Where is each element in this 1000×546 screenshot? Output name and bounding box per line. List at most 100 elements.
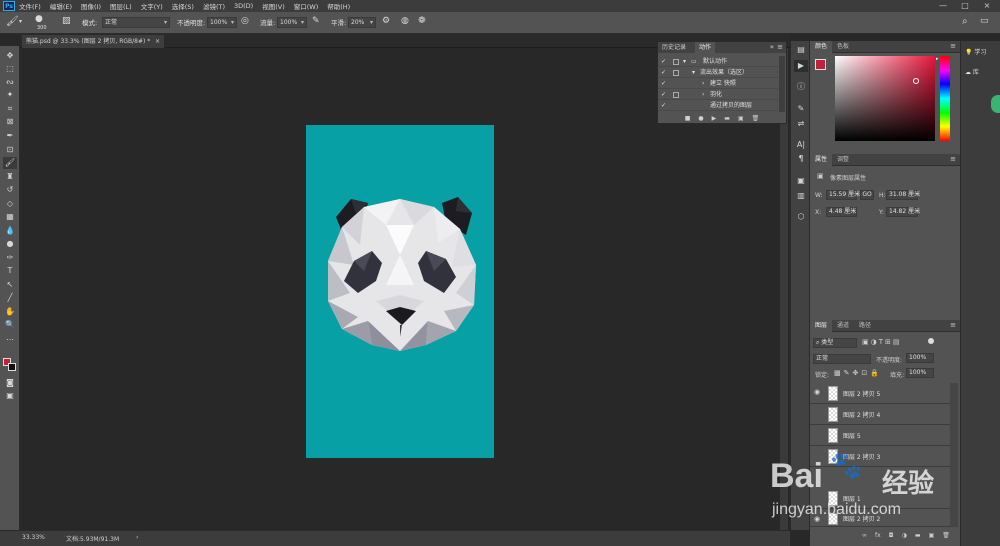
new-action-icon[interactable]: ▣ [738,113,744,124]
menu-3d[interactable]: 3D(D) [234,2,253,10]
smoothing-input[interactable]: 20% [348,17,376,28]
pen-tool-icon[interactable]: ✑ [3,252,17,264]
action-row[interactable]: ✓ ▾ ▭ 默认动作 [658,57,778,67]
hand-tool-icon[interactable]: ✋ [3,306,17,318]
zoom-level[interactable]: 33.33% [22,534,45,541]
panel-menu-icon[interactable]: ≡ [950,321,956,329]
hue-slider[interactable] [940,56,950,141]
layer-row[interactable]: 图层 2 拷贝 4 [810,404,950,425]
link-dimensions-button[interactable]: GO [860,190,874,200]
brush-tool-icon[interactable]: 🖌 [6,16,19,27]
foreground-color-swatch[interactable] [815,59,826,70]
workspace-icon[interactable]: ▭ [980,16,989,26]
tab-layers[interactable]: 图层 [810,320,833,332]
chevron-down-icon[interactable]: ▾ [692,68,695,78]
panel-menu-icon[interactable]: ≡ [950,155,956,163]
tab-actions[interactable]: 动作 [695,42,716,53]
menu-select[interactable]: 选择(S) [172,1,194,11]
menu-view[interactable]: 视图(V) [262,1,285,11]
panel-menu-icon[interactable]: ≡ [950,42,956,50]
status-menu-arrow[interactable]: › [136,534,138,541]
gradient-tool-icon[interactable]: ▦ [3,211,17,223]
character-icon[interactable]: A| [794,139,808,151]
menu-file[interactable]: 文件(F) [19,1,41,11]
collapse-icon[interactable]: » [770,43,774,51]
marquee-tool-icon[interactable]: ⬚ [3,63,17,75]
tab-adjustments[interactable]: 调整 [832,154,854,166]
check-icon[interactable]: ✓ [661,90,666,100]
x-input[interactable]: 4.48 厘米 [826,207,857,217]
lasso-tool-icon[interactable]: ᔓ [3,76,17,88]
layer-opacity-input[interactable]: 100% [906,353,934,363]
adjust-icon[interactable]: ⇌ [794,118,808,130]
action-row[interactable]: ✓ ▾ 流出效果（选区） [658,68,778,78]
gear-icon[interactable]: ⚙ [382,16,390,26]
tab-swatches[interactable]: 色板 [832,41,854,53]
check-icon[interactable]: ✓ [661,79,666,89]
action-row[interactable]: ✓ › 羽化 [658,90,778,100]
menu-help[interactable]: 帮助(H) [327,1,350,11]
maximize-button[interactable]: □ [954,0,976,12]
close-window-button[interactable]: × [976,0,998,12]
layer-row[interactable]: 图层 5 [810,425,950,446]
chevron-right-icon[interactable]: › [702,79,704,89]
color-field[interactable] [835,56,935,141]
menu-image[interactable]: 图像(I) [81,1,101,11]
pressure-size-icon[interactable]: ◍ [401,16,409,26]
symmetry-icon[interactable]: ❁ [418,16,426,26]
history-brush-tool-icon[interactable]: ↺ [3,184,17,196]
hue-slider-handle-icon[interactable]: ▸ [936,56,939,62]
height-input[interactable]: 31.08 厘米 [886,190,920,200]
brush-panel-icon[interactable]: ✎ [794,103,808,115]
color-picker-cursor[interactable] [913,78,919,84]
close-tab-icon[interactable]: × [155,35,160,48]
brush-tool-icon[interactable]: 🖌 [3,157,17,169]
more-tools-icon[interactable]: ⋯ [3,334,17,346]
action-row[interactable]: ✓ 通过拷贝的图层 [658,101,778,111]
libraries-item[interactable]: ☁ 库 [965,67,979,76]
fill-input[interactable]: 100% [906,368,934,378]
dialog-toggle-icon[interactable] [673,92,679,98]
background-color-swatch[interactable] [8,363,16,371]
check-icon[interactable]: ✓ [661,68,666,78]
brush-settings-icon[interactable]: ▨ [62,16,71,26]
move-tool-icon[interactable]: ✥ [3,50,17,62]
quick-mask-icon[interactable]: ◙ [3,377,17,389]
record-icon[interactable]: ● [698,113,703,124]
menu-layer[interactable]: 图层(L) [110,1,132,11]
stop-icon[interactable]: ■ [685,113,691,124]
airbrush-icon[interactable]: ✎ [312,16,320,26]
3d-icon[interactable]: ⬡ [794,211,808,223]
play-icon[interactable]: ▶ [712,113,717,124]
line-tool-icon[interactable]: ╱ [3,292,17,304]
width-input[interactable]: 15.59 厘米 [826,190,860,200]
chevron-right-icon[interactable]: › [702,90,704,100]
menu-window[interactable]: 窗口(W) [294,1,319,11]
flow-input[interactable]: 100% [277,17,307,28]
document-canvas[interactable] [306,125,494,458]
clone-stamp-tool-icon[interactable]: ♜ [3,171,17,183]
brush-preset-icon[interactable]: ● [35,14,43,24]
layer-row[interactable]: ◉ 图层 2 拷贝 5 [810,383,950,404]
history-icon[interactable]: ▤ [794,44,808,56]
y-input[interactable]: 14.82 厘米 [886,207,920,217]
action-row[interactable]: ✓ › 建立 快照 [658,79,778,89]
blend-mode-select[interactable]: 正常 [813,354,871,364]
layer-filter-icons[interactable]: ▣◑T⊞▤ [862,338,901,346]
layer-filter-select[interactable]: ⌕ 类型 [813,338,857,348]
styles-icon[interactable]: ▥ [794,190,808,202]
floating-badge[interactable] [991,95,1000,113]
opacity-input[interactable]: 100% [207,17,237,28]
zoom-tool-icon[interactable]: 🔍 [3,319,17,331]
menu-type[interactable]: 文字(Y) [141,1,163,11]
dialog-toggle-icon[interactable] [673,59,679,65]
mode-select[interactable]: 正常 [102,17,170,28]
dodge-tool-icon[interactable]: ● [3,238,17,250]
chevron-down-icon[interactable]: ▾ [19,18,22,25]
type-tool-icon[interactable]: T [3,265,17,277]
eyedropper-tool-icon[interactable]: ✒ [3,130,17,142]
magic-wand-tool-icon[interactable]: ✦ [3,89,17,101]
screen-mode-icon[interactable]: ▣ [3,390,17,402]
document-tab[interactable]: 熊猫.psd @ 33.3% (图层 2 拷贝, RGB/8#) * × [22,35,164,48]
actions-scrollbar[interactable] [779,56,785,112]
